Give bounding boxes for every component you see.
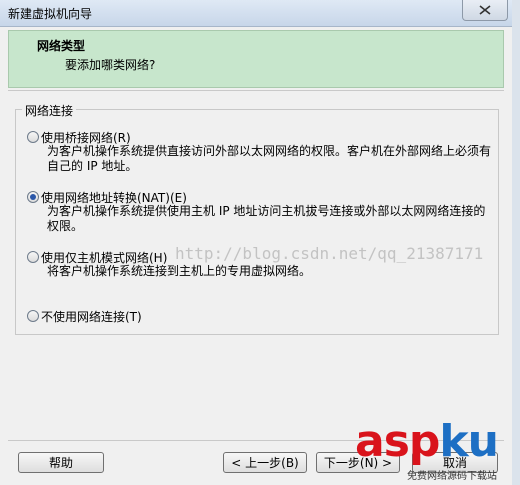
radio-no-network[interactable]: [27, 310, 39, 322]
radio-nat[interactable]: [27, 191, 39, 203]
divider: [8, 90, 504, 91]
close-icon: [479, 5, 491, 15]
close-button[interactable]: [462, 0, 508, 21]
option-desc-bridged: 为客户机操作系统提供直接访问外部以太网网络的权限。客户机在外部网络上必须有自己的…: [47, 144, 492, 173]
page-title: 网络类型: [37, 39, 86, 53]
group-legend: 网络连接: [22, 102, 77, 119]
wizard-window: 新建虚拟机向导 网络类型 要添加哪类网络? 网络连接 使用桥接网络(R) 为客户…: [0, 0, 513, 485]
site-logo: aspku 免费网络源码下载站: [355, 417, 520, 485]
title-bar: 新建虚拟机向导: [0, 0, 512, 27]
page-subtitle: 要添加哪类网络?: [65, 58, 156, 72]
logo-tagline: 免费网络源码下载站: [407, 471, 497, 482]
logo-wordmark: aspku: [355, 416, 499, 467]
option-label-no-network[interactable]: 不使用网络连接(T): [41, 308, 142, 325]
radio-bridged[interactable]: [27, 131, 39, 143]
option-desc-nat: 为客户机操作系统提供使用主机 IP 地址访问主机拔号连接或外部以太网网络连接的权…: [47, 204, 486, 233]
option-desc-host-only: 将客户机操作系统连接到主机上的专用虚拟网络。: [47, 264, 312, 278]
window-title: 新建虚拟机向导: [8, 7, 93, 21]
radio-host-only[interactable]: [27, 251, 39, 263]
page-header: 网络类型 要添加哪类网络?: [8, 30, 504, 88]
watermark-text: http://blog.csdn.net/qq_21387171: [175, 244, 484, 263]
background-window-edge: [512, 0, 520, 485]
back-button[interactable]: < 上一步(B): [223, 452, 307, 473]
help-button[interactable]: 帮助: [18, 452, 104, 473]
